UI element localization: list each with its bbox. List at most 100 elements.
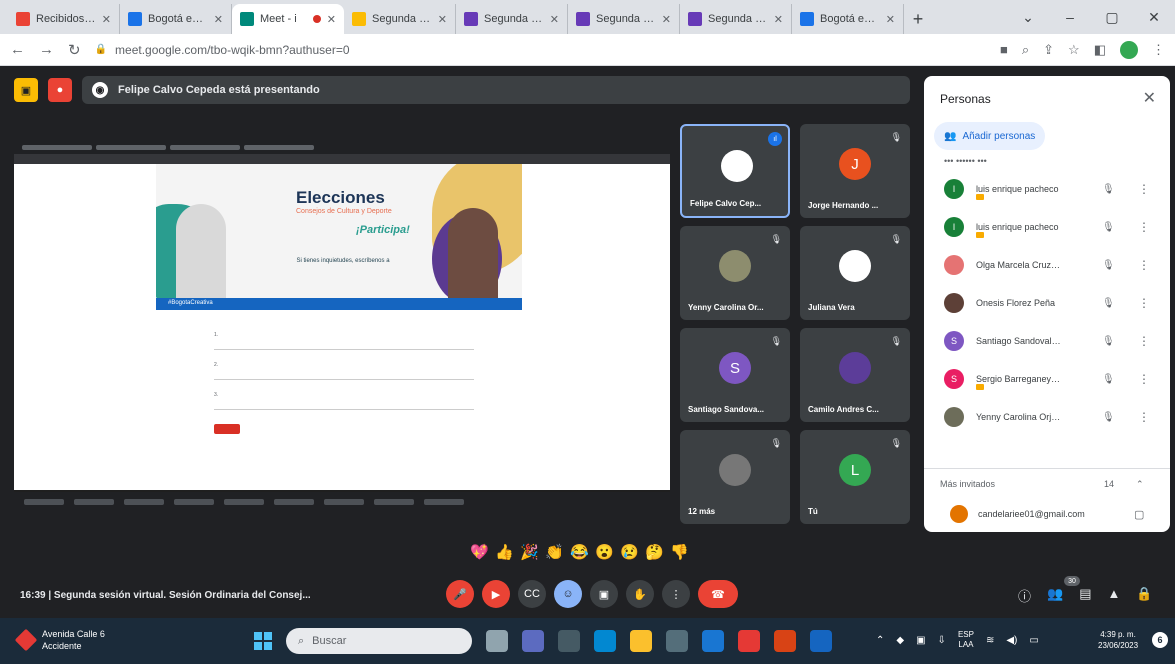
browser-tab[interactable]: Segunda Se ✕: [680, 4, 792, 34]
mic-muted-icon[interactable]: 🎙: [1102, 412, 1115, 423]
mic-muted-icon[interactable]: 🎙: [1102, 298, 1115, 309]
close-icon[interactable]: ✕: [1143, 88, 1156, 108]
volume-icon[interactable]: ◀): [1006, 635, 1017, 646]
edge-icon[interactable]: [594, 630, 616, 652]
menu-kebab-icon[interactable]: ⋮: [1152, 42, 1165, 58]
more-options-icon[interactable]: ⋮: [1138, 334, 1150, 348]
participant-tile[interactable]: 🎙 S Santiago Sandova...: [680, 328, 790, 422]
participant-tile[interactable]: 🎙 Yenny Carolina Or...: [680, 226, 790, 320]
browser-tab[interactable]: Segunda ses ✕: [344, 4, 456, 34]
reaction-emoji[interactable]: 🎉: [520, 543, 539, 561]
tray-app-icon[interactable]: ▣: [916, 635, 925, 646]
mic-muted-icon[interactable]: 🎙: [1102, 184, 1115, 195]
mic-muted-icon[interactable]: 🎙: [1102, 374, 1115, 385]
reaction-emoji[interactable]: 👏: [545, 543, 564, 561]
people-icon[interactable]: 👥: [1047, 586, 1063, 605]
more-options-icon[interactable]: ⋮: [1138, 372, 1150, 386]
mic-muted-icon[interactable]: 🎙: [1102, 222, 1115, 233]
close-tab-icon[interactable]: ✕: [662, 13, 671, 26]
participant-list-item[interactable]: S Sergio Barreganey Oroz 🎙 ⋮: [924, 360, 1170, 398]
battery-icon[interactable]: ▭: [1029, 635, 1038, 646]
camera-icon[interactable]: ■: [1000, 42, 1008, 57]
add-people-button[interactable]: 👥 Añadir personas: [934, 122, 1046, 150]
more-options-icon[interactable]: ⋮: [1138, 410, 1150, 424]
app-icon[interactable]: [774, 630, 796, 652]
reaction-emoji[interactable]: 💖: [470, 543, 489, 561]
weather-widget[interactable]: Avenida Calle 6 Accidente: [14, 628, 105, 652]
close-tab-icon[interactable]: ✕: [327, 13, 336, 26]
participant-tile[interactable]: 🎙 Camilo Andres C...: [800, 328, 910, 422]
present-button[interactable]: ▣: [590, 580, 618, 608]
mail-icon[interactable]: [702, 630, 724, 652]
close-tab-icon[interactable]: ✕: [438, 13, 447, 26]
captions-button[interactable]: CC: [518, 580, 546, 608]
close-window-button[interactable]: ✕: [1133, 9, 1175, 26]
chat-icon[interactable]: ▤: [1079, 586, 1091, 605]
taskbar-clock[interactable]: 4:39 p. m. 23/06/2023: [1098, 629, 1138, 651]
recording-icon[interactable]: ●: [48, 78, 72, 102]
chat-icon[interactable]: ▢: [1134, 508, 1144, 521]
raise-hand-button[interactable]: ✋: [626, 580, 654, 608]
close-tab-icon[interactable]: ✕: [550, 13, 559, 26]
sidebar-icon[interactable]: ◧: [1094, 42, 1106, 58]
maximize-button[interactable]: ▢: [1091, 9, 1133, 26]
bookmark-star-icon[interactable]: ☆: [1068, 42, 1080, 58]
info-icon[interactable]: ⓘ: [1018, 586, 1031, 605]
taskbar-search[interactable]: ⌕ Buscar: [286, 628, 472, 654]
participant-tile[interactable]: 🎙 12 más: [680, 430, 790, 524]
browser-tab[interactable]: Bogotá es TI ✕: [792, 4, 904, 34]
chevron-up-icon[interactable]: ⌃: [876, 635, 884, 646]
wifi-icon[interactable]: ≋: [986, 635, 994, 646]
usb-icon[interactable]: ⇩: [938, 635, 946, 646]
more-options-button[interactable]: ⋮: [662, 580, 690, 608]
participant-list-item[interactable]: Yenny Carolina Orjuela ... 🎙 ⋮: [924, 398, 1170, 436]
participant-tile[interactable]: 🎙 Juliana Vera: [800, 226, 910, 320]
reload-icon[interactable]: ↻: [68, 41, 81, 59]
reaction-emoji[interactable]: 😂: [570, 543, 589, 561]
participant-list-item[interactable]: Onesis Florez Peña 🎙 ⋮: [924, 284, 1170, 322]
more-options-icon[interactable]: ⋮: [1138, 258, 1150, 272]
more-options-icon[interactable]: ⋮: [1138, 220, 1150, 234]
forward-icon[interactable]: →: [39, 41, 54, 58]
profile-avatar[interactable]: [1120, 40, 1138, 59]
zoom-icon[interactable]: ⌕: [1022, 42, 1029, 58]
share-icon[interactable]: ⇪: [1043, 42, 1054, 58]
more-options-icon[interactable]: ⋮: [1138, 296, 1150, 310]
minimize-button[interactable]: –: [1049, 9, 1091, 25]
close-tab-icon[interactable]: ✕: [774, 13, 783, 26]
word-icon[interactable]: [810, 630, 832, 652]
activities-icon[interactable]: ▣: [14, 78, 38, 102]
tab-search-button[interactable]: ⌄: [1007, 9, 1049, 26]
start-button[interactable]: [254, 632, 272, 650]
more-invited-header[interactable]: Más invitados 14 ⌃: [924, 469, 1170, 499]
store-icon[interactable]: [666, 630, 688, 652]
tray-app-icon[interactable]: ◆: [896, 635, 904, 646]
back-icon[interactable]: ←: [10, 41, 25, 58]
chrome-icon[interactable]: [738, 630, 760, 652]
reactions-button[interactable]: ☺: [554, 580, 582, 608]
browser-tab[interactable]: Recibidos (4.1 ✕: [8, 4, 120, 34]
new-tab-button[interactable]: +: [904, 4, 932, 34]
task-view-icon[interactable]: [486, 630, 508, 652]
language-indicator[interactable]: ESP LAA: [958, 630, 974, 650]
leave-call-button[interactable]: ☎: [698, 580, 738, 608]
activities-icon[interactable]: ▲: [1108, 586, 1121, 605]
notification-badge[interactable]: 6: [1152, 632, 1168, 648]
browser-tab[interactable]: Meet - i ✕: [232, 4, 344, 34]
close-tab-icon[interactable]: ✕: [102, 13, 111, 26]
reaction-emoji[interactable]: 😢: [620, 543, 639, 561]
close-tab-icon[interactable]: ✕: [214, 13, 223, 26]
reaction-emoji[interactable]: 👍: [495, 543, 514, 561]
reaction-emoji[interactable]: 🤔: [645, 543, 664, 561]
app-icon[interactable]: [558, 630, 580, 652]
participant-tile[interactable]: 🎙 L Tú: [800, 430, 910, 524]
participant-list-item[interactable]: Olga Marcela Cruz Mon... 🎙 ⋮: [924, 246, 1170, 284]
participant-list-item[interactable]: l luis enrique pacheco 🎙 ⋮: [924, 208, 1170, 246]
reaction-emoji[interactable]: 😮: [595, 543, 614, 561]
browser-tab[interactable]: Segunda Se ✕: [456, 4, 568, 34]
participant-tile[interactable]: 🎙 J Jorge Hernando ...: [800, 124, 910, 218]
reaction-emoji[interactable]: 👎: [670, 543, 689, 561]
mic-muted-icon[interactable]: 🎙: [1102, 260, 1115, 271]
lock-icon[interactable]: 🔒: [95, 44, 107, 55]
chevron-up-icon[interactable]: ⌃: [1136, 479, 1144, 490]
